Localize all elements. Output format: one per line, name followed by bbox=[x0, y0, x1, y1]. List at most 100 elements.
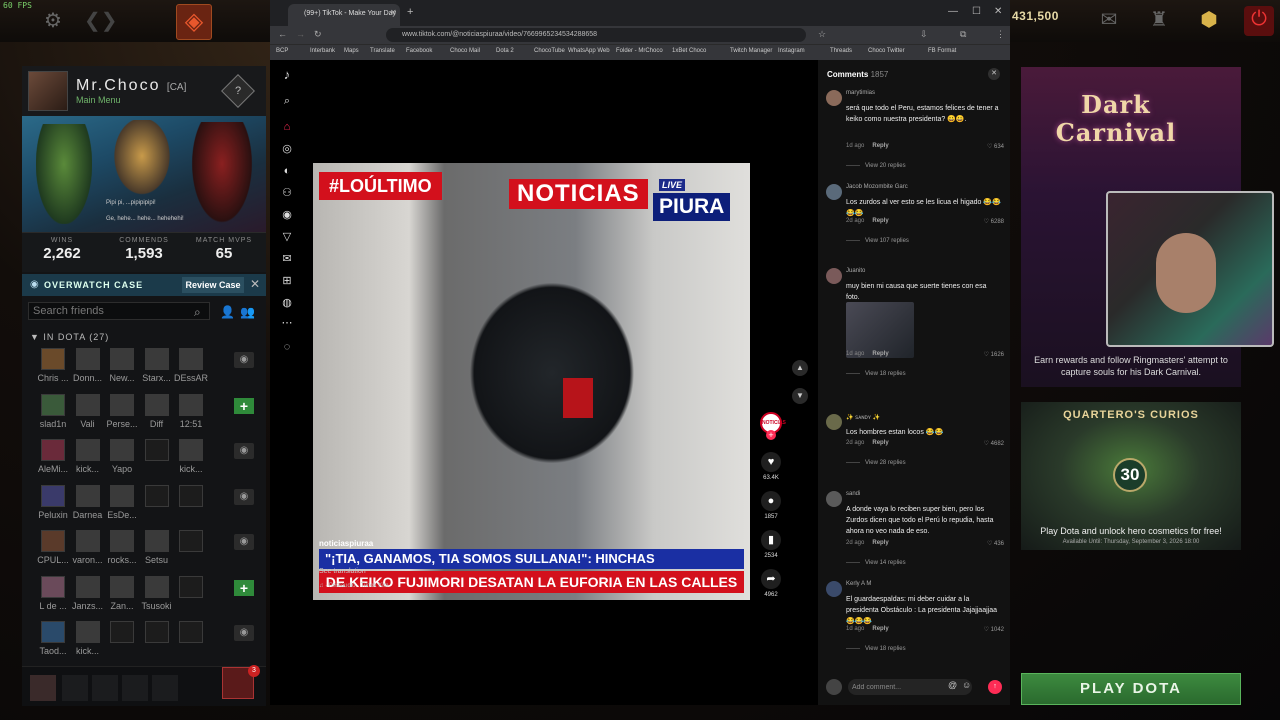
close-icon[interactable]: ✕ bbox=[988, 68, 1000, 80]
inbox-icon[interactable]: ▽ bbox=[280, 230, 294, 244]
friend-entry[interactable]: L de ... bbox=[36, 575, 70, 611]
download-icon[interactable]: ⇩ bbox=[920, 29, 928, 40]
armory-icon[interactable]: ♜ bbox=[1146, 7, 1172, 33]
comment-icon[interactable]: ● bbox=[761, 491, 781, 511]
reply-link[interactable]: Reply bbox=[872, 143, 888, 149]
review-case-button[interactable]: Review Case bbox=[182, 277, 244, 293]
view-replies-link[interactable]: View 28 replies bbox=[846, 460, 906, 466]
emoji-icon[interactable]: ☺ bbox=[962, 680, 971, 690]
heart-icon[interactable]: ♡ bbox=[987, 144, 994, 150]
friend-entry[interactable]: kick... bbox=[71, 621, 105, 656]
friend-entry[interactable]: Tsusoki bbox=[140, 575, 174, 611]
close-tab-icon[interactable]: ✕ bbox=[390, 8, 397, 17]
spectate-eye-icon[interactable]: ◉ bbox=[234, 488, 254, 505]
avatar[interactable] bbox=[28, 71, 68, 111]
party-slot[interactable] bbox=[152, 675, 178, 701]
avatar[interactable] bbox=[826, 184, 842, 200]
comment-likes[interactable]: ♡ 1042 bbox=[976, 626, 1004, 633]
reply-link[interactable]: Reply bbox=[872, 440, 888, 446]
rank-medal-icon[interactable]: ? bbox=[221, 74, 255, 108]
maximize-icon[interactable]: ☐ bbox=[972, 6, 981, 17]
bookmark-item[interactable]: Dota 2 bbox=[496, 48, 514, 54]
hero-showcase[interactable]: Pipi pi, ...pipipipipi! Ge, hehe... hehe… bbox=[22, 116, 266, 232]
comment-user[interactable]: Kerly A M bbox=[846, 581, 871, 587]
friend-entry[interactable]: Perse... bbox=[105, 393, 139, 429]
view-replies-link[interactable]: View 20 replies bbox=[846, 163, 906, 169]
comment-likes[interactable]: ♡ 6288 bbox=[976, 218, 1004, 225]
creator-icon[interactable]: ◌ bbox=[280, 340, 294, 354]
bookmark-icon[interactable]: ▮ bbox=[761, 530, 781, 550]
comment-user[interactable]: ✨ ꜱᴀɴᴅʏ ✨ bbox=[846, 414, 880, 421]
next-video-button[interactable]: ▼ bbox=[792, 388, 808, 404]
view-replies-link[interactable]: View 14 replies bbox=[846, 560, 906, 566]
friend-entry[interactable] bbox=[140, 484, 174, 510]
extensions-icon[interactable]: ⧉ bbox=[960, 29, 966, 40]
profile-name[interactable]: Mr.Choco [CA] bbox=[76, 77, 186, 95]
invite-plus-button[interactable]: + bbox=[234, 397, 254, 414]
explore-icon[interactable]: ◎ bbox=[280, 142, 294, 156]
spectate-eye-icon[interactable]: ◉ bbox=[234, 443, 254, 459]
share-icon[interactable]: ➦ bbox=[761, 569, 781, 589]
minimize-icon[interactable]: — bbox=[948, 6, 958, 17]
view-replies-link[interactable]: View 18 replies bbox=[846, 646, 906, 652]
view-replies-link[interactable]: View 18 replies bbox=[846, 371, 906, 377]
plus-icon[interactable]: ⬢ bbox=[1196, 7, 1222, 33]
friend-entry[interactable]: Chris ... bbox=[36, 348, 70, 383]
tiktok-logo-icon[interactable]: ♪ bbox=[280, 68, 294, 82]
profile-icon[interactable]: ◍ bbox=[280, 296, 294, 310]
search-icon[interactable]: ⌕ bbox=[194, 305, 201, 320]
friend-entry[interactable]: Starx... bbox=[140, 348, 174, 383]
bookmark-item[interactable]: Maps bbox=[344, 48, 359, 54]
friend-entry[interactable]: kick... bbox=[71, 439, 105, 474]
friend-entry[interactable]: Zan... bbox=[105, 575, 139, 611]
bookmark-item[interactable]: BCP bbox=[276, 48, 288, 54]
friend-entry[interactable] bbox=[140, 439, 174, 464]
bookmark-item[interactable]: Threads bbox=[830, 48, 852, 54]
friend-entry[interactable]: kick... bbox=[174, 439, 208, 474]
friend-entry[interactable]: Janzs... bbox=[71, 575, 105, 611]
friend-entry[interactable]: Setsu bbox=[140, 530, 174, 565]
friend-entry[interactable]: Diff bbox=[140, 393, 174, 429]
party-slot[interactable] bbox=[92, 675, 118, 701]
friend-entry[interactable] bbox=[174, 530, 208, 555]
video-music[interactable]: ♫ · Pestaudio · Tiktok Kim bbox=[319, 583, 389, 589]
settings-gear-icon[interactable]: ⚙ bbox=[40, 8, 66, 34]
friend-entry[interactable]: DEssAR bbox=[174, 348, 208, 383]
heart-icon[interactable]: ♡ bbox=[984, 627, 991, 633]
friend-entry[interactable] bbox=[105, 621, 139, 646]
bookmark-item[interactable]: Translate bbox=[370, 48, 395, 54]
video-username[interactable]: noticiaspiuraa bbox=[319, 539, 373, 548]
friend-entry[interactable]: Yapo bbox=[105, 439, 139, 474]
new-tab-icon[interactable]: + bbox=[407, 6, 413, 18]
avatar[interactable] bbox=[826, 414, 842, 430]
comment-likes[interactable]: ♡ 634 bbox=[976, 143, 1004, 150]
spectate-eye-icon[interactable]: ◉ bbox=[234, 352, 254, 368]
avatar[interactable] bbox=[826, 268, 842, 284]
following-icon[interactable]: ◐ bbox=[280, 164, 294, 178]
video-player[interactable]: #LOÚLTIMO NOTICIAS LIVE PIURA "¡TIA, GAN… bbox=[313, 163, 750, 600]
back-arrow-icon[interactable]: ❮❯ bbox=[84, 8, 118, 34]
messages-icon[interactable]: ✉ bbox=[280, 252, 294, 266]
url-input[interactable] bbox=[386, 28, 806, 42]
comment-user[interactable]: Jacob Mozombite Garc bbox=[846, 184, 908, 190]
upload-icon[interactable]: ⊞ bbox=[280, 274, 294, 288]
curios-panel[interactable]: QUARTERO'S CURIOS 30 Play Dota and unloc… bbox=[1021, 402, 1241, 550]
forward-icon[interactable]: → bbox=[296, 29, 305, 39]
bookmark-item[interactable]: Choco Mail bbox=[450, 48, 480, 54]
reply-link[interactable]: Reply bbox=[872, 218, 888, 224]
search-icon[interactable]: ⌕ bbox=[280, 94, 294, 108]
comment-image[interactable] bbox=[846, 302, 914, 358]
friend-entry[interactable] bbox=[174, 484, 208, 510]
view-replies-link[interactable]: View 107 replies bbox=[846, 238, 909, 244]
bookmark-item[interactable]: ChocoTube bbox=[534, 48, 565, 54]
reload-icon[interactable]: ↻ bbox=[314, 29, 322, 40]
more-icon[interactable]: ⋯ bbox=[280, 316, 294, 330]
party-slot-self[interactable] bbox=[30, 675, 56, 701]
bookmark-item[interactable]: Facebook bbox=[406, 48, 432, 54]
like-icon[interactable]: ♥ bbox=[761, 452, 781, 472]
back-icon[interactable]: ← bbox=[278, 29, 287, 39]
comment-user[interactable]: marytimias bbox=[846, 90, 875, 96]
mention-icon[interactable]: @ bbox=[948, 680, 957, 690]
comment-user[interactable]: Juanito bbox=[846, 268, 865, 274]
friend-entry[interactable]: rocks... bbox=[105, 530, 139, 565]
